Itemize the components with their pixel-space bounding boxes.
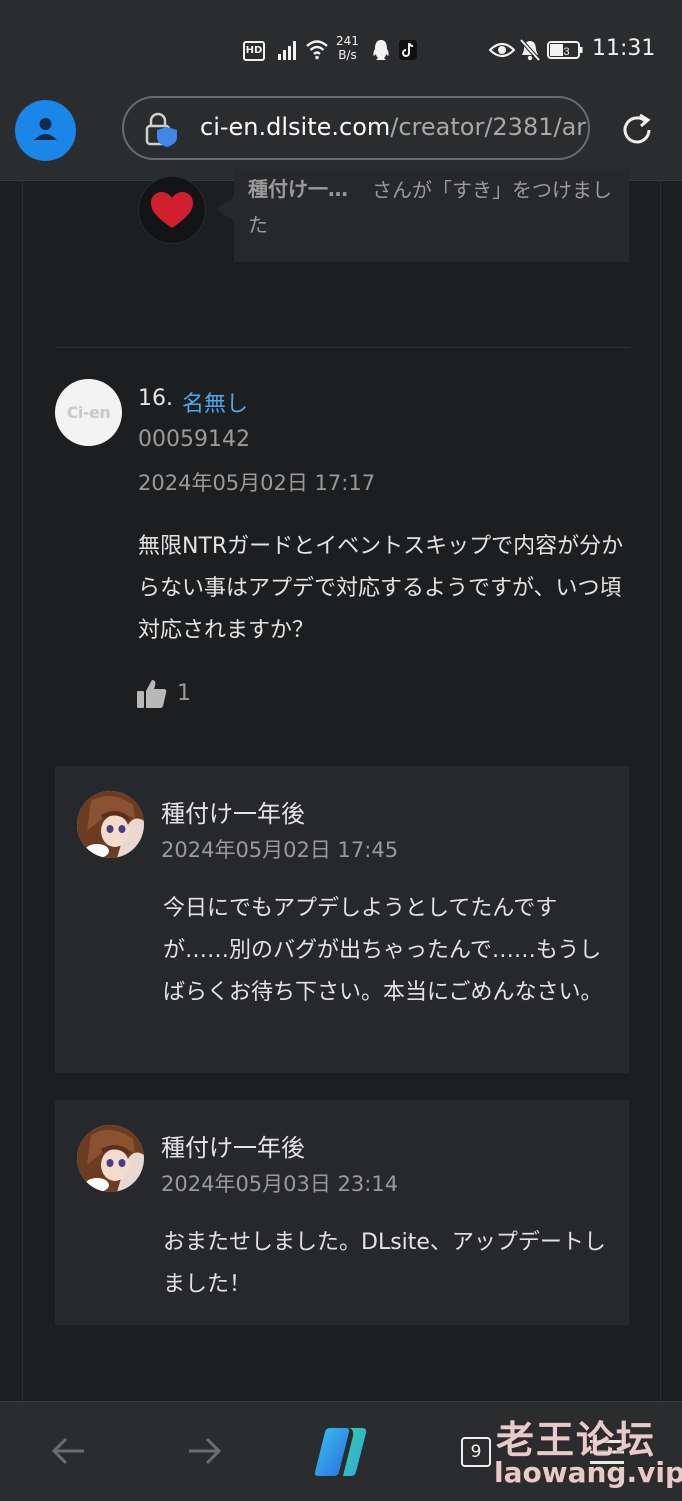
battery-level: 43 <box>557 46 569 58</box>
reply-body: おまたせしました。DLsite、アップデートしました！ <box>163 1230 606 1297</box>
url-text: ci-en.dlsite.com/creator/2381/ar <box>200 113 586 141</box>
tab-switcher-button[interactable]: 9 <box>461 1437 491 1467</box>
reply-card: 種付け一年後 2024年05月02日 17:45 今日にでもアプデしようとしてた… <box>55 766 629 1073</box>
wifi-icon <box>306 40 328 60</box>
bottom-navigation: 9 老王论坛 laowang.vip <box>0 1401 682 1501</box>
comment-date: 2024年05月02日 17:17 <box>138 471 376 495</box>
watermark-url: laowang.vip <box>494 1456 682 1489</box>
net-speed: 241 B/s <box>336 34 359 62</box>
notice-pointer <box>216 197 234 221</box>
reply-author[interactable]: 種付け一年後 <box>161 1128 305 1163</box>
like-notice: 種付け一… さんが「すき」をつけました <box>234 169 629 262</box>
heart-badge <box>138 176 206 244</box>
net-speed-unit: B/s <box>338 48 357 62</box>
avatar[interactable] <box>77 1125 144 1192</box>
avatar-image <box>77 1125 144 1192</box>
clock: 11:31 <box>592 36 656 61</box>
reply-author[interactable]: 種付け一年後 <box>161 794 305 829</box>
address-bar[interactable]: ci-en.dlsite.com/creator/2381/ar <box>122 96 590 160</box>
forward-arrow-icon[interactable] <box>185 1432 223 1470</box>
url-host: ci-en.dlsite.com <box>200 113 391 141</box>
reply-date: 2024年05月03日 23:14 <box>161 1172 399 1196</box>
avatar[interactable]: Ci-en <box>55 379 122 446</box>
battery-icon: 43 <box>547 41 583 59</box>
signal-icon <box>278 41 296 60</box>
page-content: 種付け一… さんが「すき」をつけました Ci-en 16. 名無し 000591… <box>0 169 682 1401</box>
status-bar: HD 241 B/s 43 11:31 <box>0 0 682 95</box>
reload-icon[interactable] <box>618 111 656 149</box>
reply-card: 種付け一年後 2024年05月03日 23:14 おまたせしました。DLsite… <box>55 1100 629 1325</box>
comment-number: 16. <box>138 386 173 411</box>
avatar-image <box>77 791 144 858</box>
copilot-icon[interactable] <box>310 1426 372 1478</box>
content-frame-left <box>22 181 23 1401</box>
net-speed-value: 241 <box>336 34 359 48</box>
url-path: /creator/2381/ar <box>390 113 587 141</box>
reply-body: 今日にでもアプデしようとしてたんですが……別のバグが出ちゃったんで……もうしばら… <box>163 896 603 1005</box>
back-arrow-icon[interactable] <box>50 1432 88 1470</box>
eye-icon <box>489 42 515 58</box>
bell-off-icon <box>519 38 541 62</box>
divider <box>55 347 629 348</box>
reply-date: 2024年05月02日 17:45 <box>161 838 399 862</box>
thumbs-up-icon[interactable] <box>136 677 168 709</box>
qq-icon <box>373 40 389 60</box>
profile-button[interactable] <box>15 100 76 161</box>
like-count: 1 <box>177 681 191 706</box>
comment-body: 無限NTRガードとイベントスキップで内容が分からない事はアプデで対応するようです… <box>138 534 624 643</box>
tiktok-icon <box>399 40 417 60</box>
comment-user-id: 00059142 <box>138 427 250 452</box>
hd-badge: HD <box>243 41 265 61</box>
notice-text: さんが「すき」をつけました <box>248 178 612 237</box>
heart-icon <box>151 192 193 228</box>
content-frame-right <box>660 181 661 1401</box>
comment-author-link[interactable]: 名無し <box>182 386 248 418</box>
secure-lock-icon <box>145 112 177 147</box>
profile-icon <box>34 118 57 140</box>
avatar[interactable] <box>77 791 144 858</box>
